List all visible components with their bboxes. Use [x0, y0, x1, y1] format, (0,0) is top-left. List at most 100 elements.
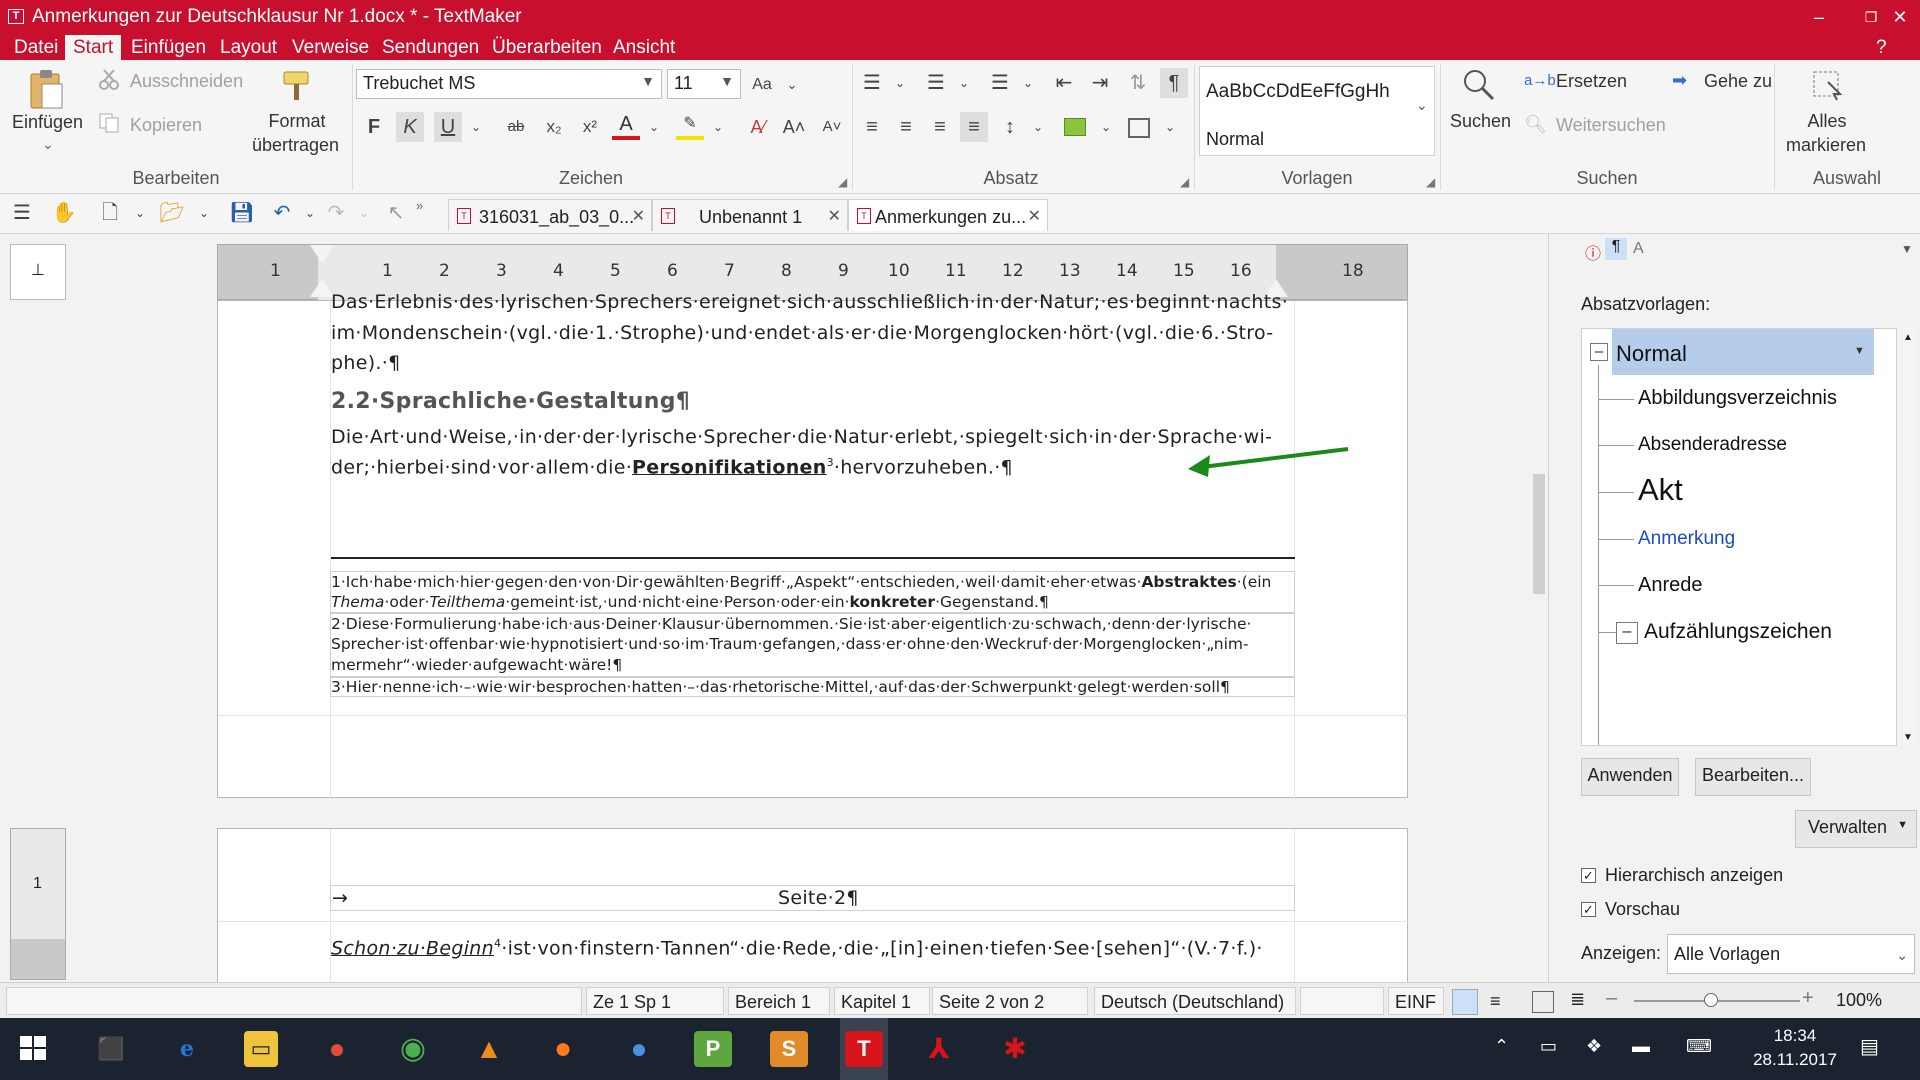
zoom-out-icon[interactable]: – [1606, 987, 1617, 1010]
close-button[interactable]: ✕ [1880, 4, 1920, 30]
copy-button[interactable]: Kopieren [130, 115, 202, 136]
style-list-scrollbar[interactable]: ▲ ▼ [1901, 328, 1917, 746]
italic-button[interactable]: K [396, 112, 424, 142]
chevron-down-icon[interactable]: ⌄ [1014, 68, 1042, 98]
normal-view-icon[interactable] [1452, 989, 1478, 1015]
paste-dropdown-icon[interactable]: ⌄ [42, 136, 54, 153]
redo-icon[interactable]: ↷ [322, 198, 350, 228]
object-style-icon[interactable]: A [1633, 240, 1644, 258]
font-size-select[interactable]: 11 ▼ [667, 69, 741, 99]
chevron-down-icon[interactable]: ⌄ [190, 198, 218, 228]
menu-verweise[interactable]: Verweise [292, 37, 369, 59]
chevron-down-icon[interactable]: ⌄ [350, 198, 378, 228]
menu-einfuegen[interactable]: Einfügen [131, 37, 206, 59]
open-folder-icon[interactable]: 📂︎ [158, 198, 186, 228]
bold-button[interactable]: F [360, 112, 388, 142]
numbered-list-icon[interactable]: ☰ [922, 68, 950, 98]
page-1[interactable]: Das·Erlebnis·des·lyrischen·Sprechers·ere… [217, 291, 1409, 799]
menu-start[interactable]: Start [65, 35, 122, 60]
style-item-anmerkung[interactable]: Anmerkung [1638, 528, 1735, 550]
style-item-absenderadresse[interactable]: Absenderadresse [1638, 434, 1787, 456]
undo-icon[interactable]: ↶ [268, 198, 296, 228]
document-scrollbar[interactable] [1530, 234, 1548, 982]
scrollbar-thumb[interactable] [1533, 474, 1545, 594]
close-icon[interactable]: ✕ [632, 206, 645, 226]
paragraph-style-icon[interactable]: ¶ [1605, 238, 1627, 260]
footnote-reference[interactable]: 3 [827, 456, 834, 469]
style-list[interactable]: – Normal ▼ Abbildungsverzeichnis Absende… [1581, 328, 1897, 746]
collapse-icon[interactable]: – [1616, 622, 1638, 644]
dialog-launcher-icon[interactable]: ◢ [838, 175, 847, 189]
underline-button[interactable]: U [434, 112, 462, 142]
tab-document-1[interactable]: T 316031_ab_03_0... ✕ [448, 199, 652, 231]
search-icon[interactable] [1462, 68, 1496, 107]
toolbar-overflow-icon[interactable]: » [416, 198, 423, 213]
align-justify-icon[interactable]: ≡ [960, 112, 988, 142]
chevron-down-icon[interactable]: ⌄ [126, 198, 154, 228]
chevron-down-icon[interactable]: ⌄ [886, 68, 914, 98]
network-icon[interactable]: ▬ [1632, 1036, 1650, 1057]
chevron-down-icon[interactable]: ⌄ [1092, 112, 1120, 142]
chevron-down-icon[interactable]: ⌄ [778, 70, 806, 100]
zoom-in-icon[interactable]: + [1802, 987, 1814, 1010]
format-painter-label-2[interactable]: übertragen [252, 135, 339, 156]
document-area[interactable]: ⊥ 1 1 2 3 4 5 6 7 8 9 10 11 12 13 14 15 … [0, 234, 1548, 982]
chevron-down-icon[interactable]: ⌄ [296, 198, 324, 228]
chevron-down-icon[interactable]: ⌄ [462, 112, 490, 142]
save-icon[interactable]: 💾︎ [228, 198, 256, 228]
dialog-launcher-icon[interactable]: ◢ [1180, 175, 1189, 189]
cut-button[interactable]: Ausschneiden [130, 71, 243, 92]
planmaker-icon[interactable]: P [694, 1031, 732, 1067]
vlc-icon[interactable]: ▲ [470, 1031, 508, 1067]
tray-chevron-icon[interactable]: ⌃ [1494, 1036, 1509, 1057]
menu-icon[interactable]: ☰ [8, 198, 36, 228]
select-all-label-1[interactable]: Alles [1804, 111, 1850, 132]
pointer-icon[interactable]: ↖ [382, 198, 410, 228]
chevron-down-icon[interactable]: ⌄ [1156, 112, 1184, 142]
firefox-icon[interactable]: ● [544, 1031, 582, 1067]
paste-icon[interactable] [28, 68, 64, 110]
show-formatting-icon[interactable]: ¶ [1160, 68, 1188, 98]
windows-start-icon[interactable] [20, 1036, 48, 1067]
menu-layout[interactable]: Layout [220, 37, 277, 59]
clock-time[interactable]: 18:34 [1758, 1026, 1832, 1046]
style-item-anrede[interactable]: Anrede [1638, 574, 1703, 597]
char-style-icon[interactable]: ⓘ [1585, 240, 1601, 264]
first-line-indent-marker[interactable] [310, 245, 334, 263]
tab-document-3[interactable]: T Anmerkungen zu... ✕ [848, 199, 1048, 231]
show-filter-select[interactable]: Alle Vorlagen ⌄ [1667, 934, 1915, 974]
style-item-normal[interactable]: Normal [1616, 341, 1687, 367]
master-view-icon[interactable]: ≣ [1570, 989, 1585, 1010]
new-document-icon[interactable]: 🗋 [96, 198, 124, 228]
align-center-icon[interactable]: ≡ [892, 112, 920, 142]
thunderbird-icon[interactable]: ● [620, 1031, 658, 1067]
find-next-button[interactable]: Weitersuchen [1556, 115, 1666, 136]
multilevel-list-icon[interactable]: ☰ [986, 68, 1014, 98]
sort-icon[interactable]: ⇅ [1124, 68, 1152, 98]
close-icon[interactable]: ✕ [828, 206, 841, 226]
align-left-icon[interactable]: ≡ [858, 112, 886, 142]
format-painter-label-1[interactable]: Format [268, 111, 326, 132]
select-all-label-2[interactable]: markieren [1786, 135, 1866, 156]
dialog-launcher-icon[interactable]: ◢ [1426, 175, 1435, 189]
indent-decrease-icon[interactable]: ⇤ [1050, 68, 1078, 98]
indent-increase-icon[interactable]: ⇥ [1086, 68, 1114, 98]
office-icon[interactable]: ⬛ [92, 1031, 130, 1067]
highlight-icon[interactable]: ✎ [676, 112, 704, 140]
strikethrough-button[interactable]: ab [502, 112, 530, 142]
shrink-font-icon[interactable]: A˅ [818, 112, 846, 142]
hierarchical-checkbox[interactable]: ✓ [1581, 868, 1596, 883]
clear-format-icon[interactable]: A⁄ [744, 112, 772, 142]
preview-checkbox[interactable]: ✓ [1581, 902, 1596, 917]
chevron-down-icon[interactable]: ▼ [1854, 345, 1865, 357]
presentations-icon[interactable]: S [770, 1031, 808, 1067]
search-button[interactable]: Suchen [1450, 111, 1511, 132]
chevron-down-icon[interactable]: ⌄ [1024, 112, 1052, 142]
textmaker-icon[interactable]: T [845, 1031, 883, 1067]
style-item-aufzaehlungszeichen[interactable]: Aufzählungszeichen [1644, 620, 1832, 644]
menu-sendungen[interactable]: Sendungen [382, 37, 479, 59]
footnote-anchor-text[interactable]: Personifikationen [632, 456, 827, 478]
page-view-icon[interactable] [1532, 991, 1554, 1013]
edge-icon[interactable]: e [168, 1031, 206, 1067]
style-item-abbildungsverzeichnis[interactable]: Abbildungsverzeichnis [1638, 387, 1837, 410]
